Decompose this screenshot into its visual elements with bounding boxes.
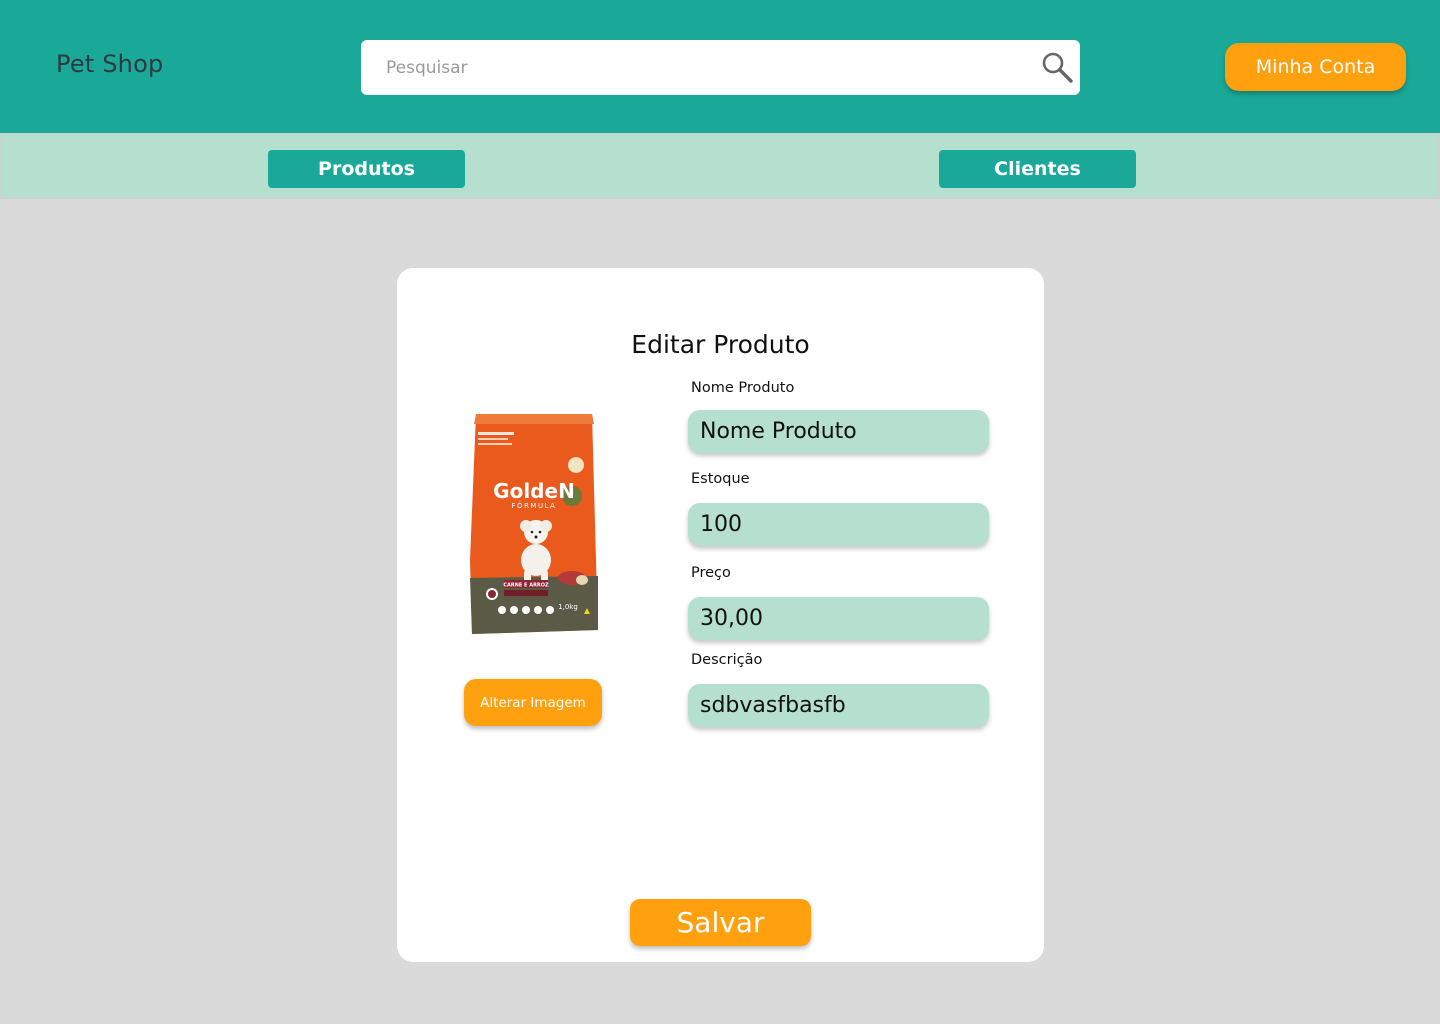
label-descricao: Descrição [691,652,763,668]
change-image-button[interactable]: Alterar Imagem [464,679,602,726]
label-nome-produto: Nome Produto [691,380,795,396]
search-icon[interactable] [1040,50,1074,84]
page-title: Editar Produto [631,330,810,359]
preco-input[interactable] [688,597,989,640]
seal-icon [568,457,584,473]
nav-bar [0,133,1440,199]
nome-produto-input[interactable] [688,410,989,453]
weight-text: 1,0kg [558,603,578,611]
my-account-button[interactable]: Minha Conta [1225,43,1406,91]
search-bar[interactable] [361,40,1080,95]
field-descricao[interactable] [688,684,989,727]
brand-logo-text[interactable]: Pet Shop [56,50,163,78]
label-estoque: Estoque [691,471,750,487]
field-estoque[interactable] [688,503,989,546]
product-image: GoldeN FÓRMULA CARNE E ARROZ 1,0kg [470,414,598,634]
label-preco: Preço [691,565,731,581]
save-button[interactable]: Salvar [630,899,811,946]
brand-text: GoldeN [493,479,575,503]
flavor-text: CARNE E ARROZ [503,583,549,589]
field-nome-produto[interactable] [688,410,989,453]
field-preco[interactable] [688,597,989,640]
descricao-input[interactable] [688,684,989,727]
search-input[interactable] [361,40,1080,95]
brand-subtext: FÓRMULA [512,501,557,510]
tab-clientes[interactable]: Clientes [939,150,1136,188]
estoque-input[interactable] [688,503,989,546]
tab-produtos[interactable]: Produtos [268,150,465,188]
